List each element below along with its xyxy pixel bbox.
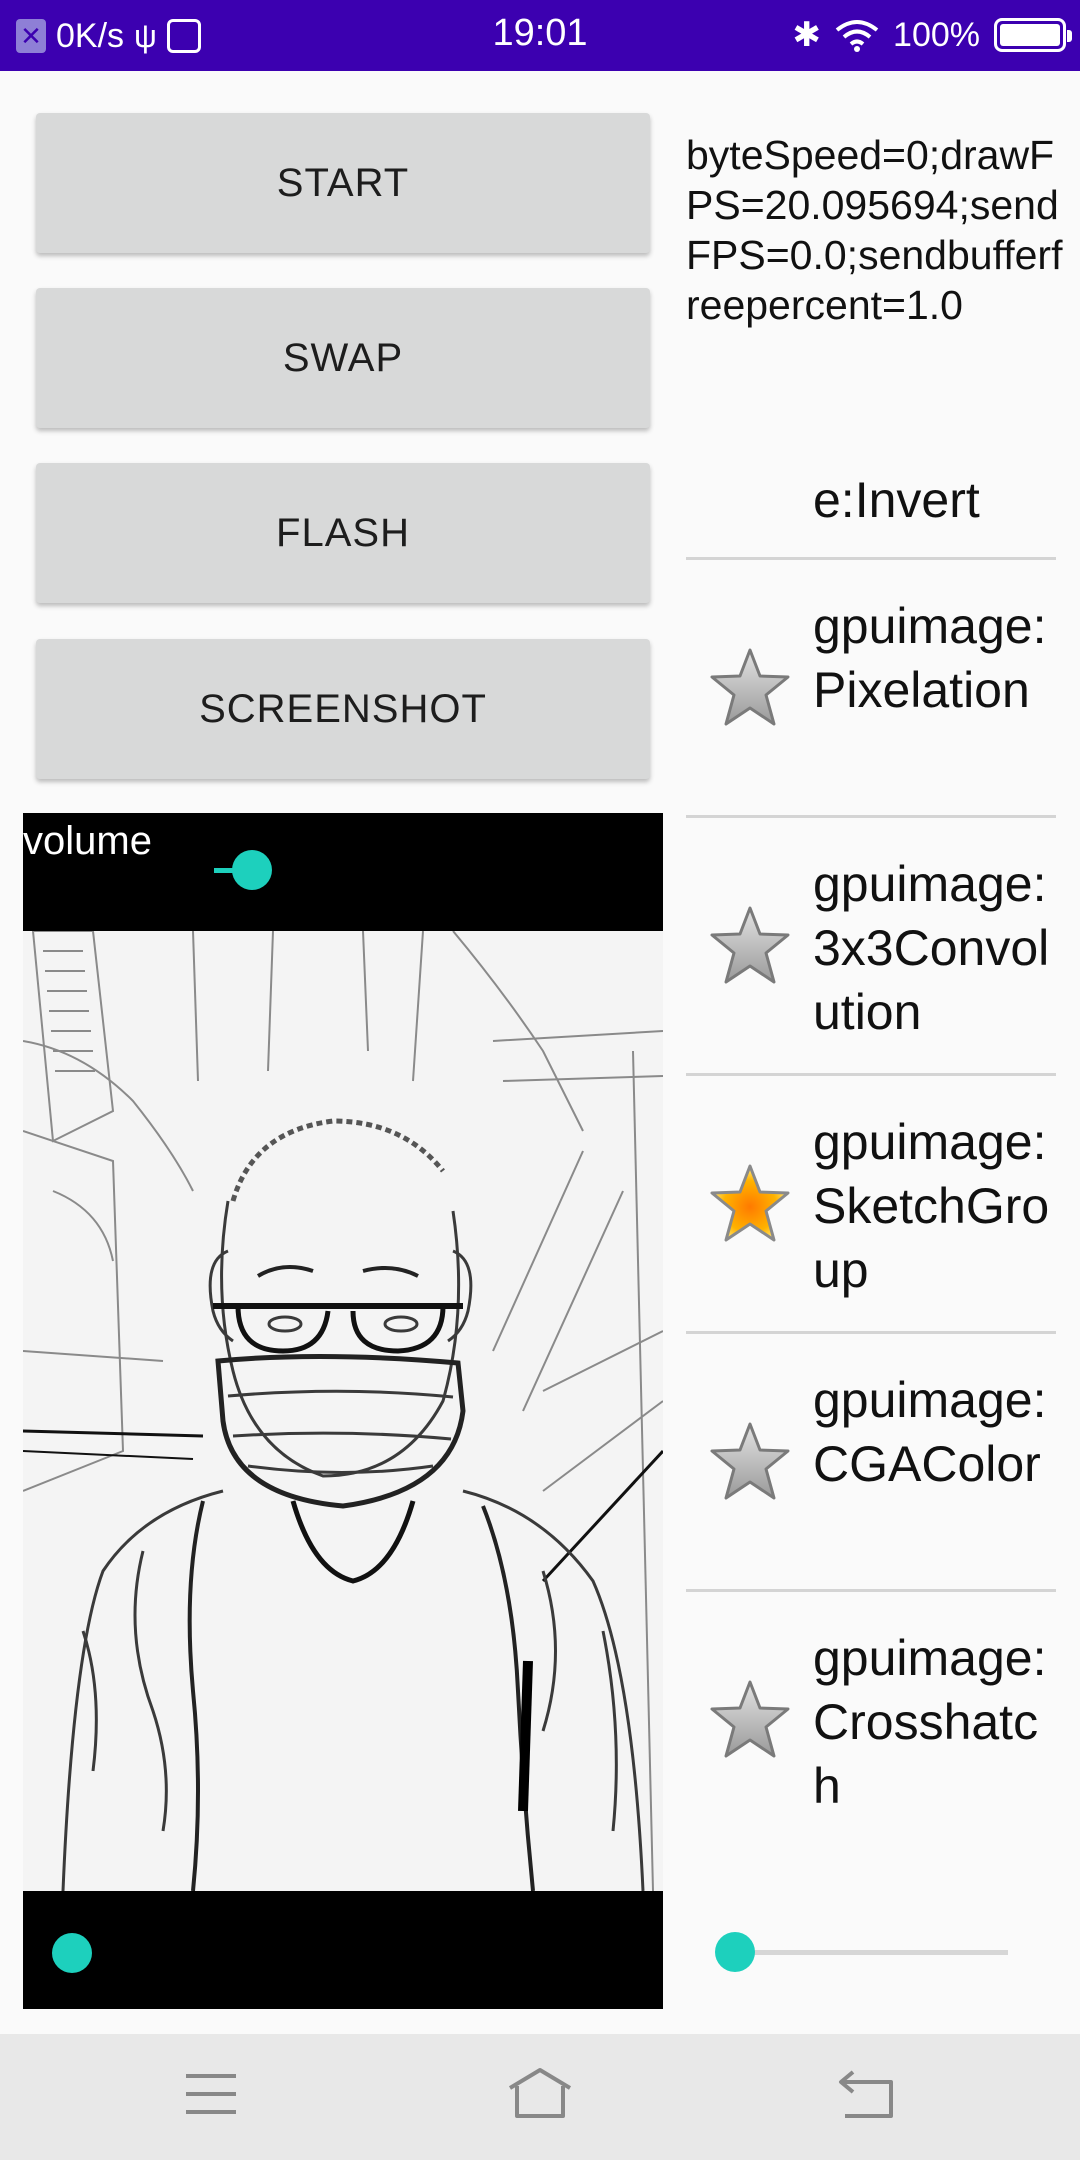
menu-icon[interactable] (176, 2064, 246, 2124)
swap-button[interactable]: SWAP (36, 288, 650, 428)
filter-intensity-slider-thumb[interactable] (715, 1932, 755, 1972)
filter-list[interactable]: e:Invert gpuimage:Pixelation gpuimage:3x… (686, 470, 1056, 1930)
home-icon[interactable] (505, 2064, 575, 2124)
volume-bar: volume (23, 813, 663, 931)
navigation-bar (0, 2034, 1080, 2160)
list-item[interactable]: e:Invert (686, 470, 1056, 560)
list-item[interactable]: gpuimage:Crosshatch (686, 1592, 1056, 1850)
star-icon[interactable] (708, 646, 792, 730)
start-button[interactable]: START (36, 113, 650, 253)
back-icon[interactable] (833, 2064, 903, 2124)
camera-preview[interactable] (23, 931, 663, 1891)
volume-label: volume (23, 819, 152, 863)
battery-icon (994, 18, 1072, 52)
wifi-icon (835, 20, 879, 52)
list-item[interactable]: gpuimage:3x3Convolution (686, 818, 1056, 1076)
screenshot-button[interactable]: SCREENSHOT (36, 639, 650, 779)
list-item[interactable]: gpuimage:CGAColor (686, 1334, 1056, 1592)
volume-slider[interactable] (212, 850, 272, 890)
star-active-icon[interactable] (708, 1162, 792, 1246)
filter-label: gpuimage:3x3Convolution (813, 856, 1050, 1040)
stats-readout: byteSpeed=0;drawFPS=20.095694;sendFPS=0.… (686, 132, 1063, 328)
filter-label: gpuimage:Crosshatch (813, 1630, 1047, 1814)
star-icon[interactable] (708, 904, 792, 988)
star-icon[interactable] (708, 1678, 792, 1762)
filter-label: gpuimage:CGAColor (813, 1372, 1047, 1492)
star-icon[interactable] (708, 1420, 792, 1504)
filter-intensity-slider[interactable] (733, 1950, 1008, 1955)
filter-label: gpuimage:Pixelation (813, 598, 1047, 718)
list-item[interactable]: gpuimage:SketchGroup (686, 1076, 1056, 1334)
camera-slider-thumb[interactable] (52, 1933, 92, 1973)
list-item[interactable]: gpuimage:Pixelation (686, 560, 1056, 818)
battery-percent: 100% (893, 15, 980, 54)
volume-slider-thumb[interactable] (232, 850, 272, 890)
flash-button[interactable]: FLASH (36, 463, 650, 603)
camera-slider-bar (23, 1891, 663, 2009)
bluetooth-icon: ✱ (792, 16, 822, 54)
sketch-camera-image (23, 931, 663, 1891)
filter-label: gpuimage:SketchGroup (813, 1114, 1050, 1298)
filter-label: e:Invert (813, 472, 980, 528)
status-bar: ✕ 0K/s ψ 19:01 ✱ 100% (0, 0, 1080, 71)
